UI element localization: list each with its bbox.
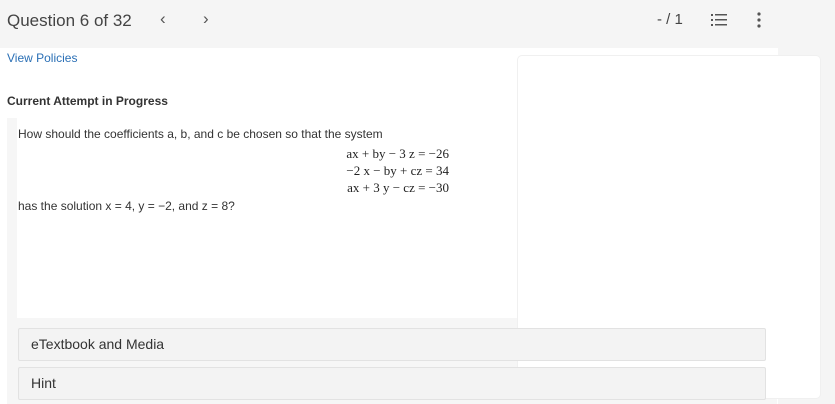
equation-3: ax + 3 y − cz = −30 (347, 180, 449, 195)
question-solution-text: has the solution x = 4, y = −2, and z = … (18, 199, 235, 213)
attempt-status: Current Attempt in Progress (7, 94, 168, 108)
previous-question-button[interactable]: ‹ (160, 9, 166, 29)
numbered-list-icon[interactable] (711, 12, 727, 28)
chevron-left-icon: ‹ (160, 9, 166, 28)
accordion-label: eTextbook and Media (31, 336, 165, 352)
etextbook-media-accordion[interactable]: eTextbook and Media (18, 328, 766, 361)
next-question-button[interactable]: › (203, 9, 209, 29)
accordion-label: Hint (31, 375, 56, 391)
chevron-right-icon: › (203, 9, 209, 28)
question-counter: Question 6 of 32 (7, 11, 132, 30)
view-policies-link[interactable]: View Policies (7, 51, 77, 65)
equation-2: −2 x − by + cz = 34 (346, 163, 449, 178)
more-vertical-icon[interactable] (757, 12, 761, 28)
hint-accordion[interactable]: Hint (18, 367, 766, 400)
equation-1: ax + by − 3 z = −26 (346, 146, 449, 161)
score-display: - / 1 (657, 11, 683, 28)
top-bar: Question 6 of 32 ‹ › - / 1 (0, 0, 835, 48)
